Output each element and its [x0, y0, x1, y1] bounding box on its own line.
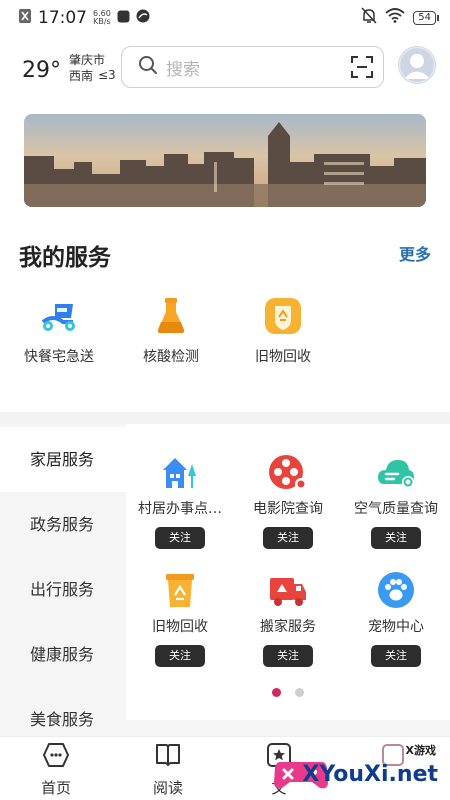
- round-notification-icon: [136, 8, 150, 28]
- watermark-logo: X游戏 XYouXi.net: [272, 740, 442, 798]
- my-service-label: 快餐宅急送: [24, 349, 94, 365]
- recycle-badge-icon: [263, 296, 303, 336]
- moving-truck-icon: [268, 570, 308, 610]
- follow-button[interactable]: 关注: [155, 527, 205, 549]
- app-notification-icon: [18, 8, 32, 29]
- net-speed-unit: KB/s: [93, 17, 111, 26]
- service-label: 旧物回收: [152, 619, 208, 635]
- square-notification-icon: [117, 8, 130, 28]
- follow-button[interactable]: 关注: [263, 527, 313, 549]
- home-icon: [42, 741, 70, 769]
- my-service-recycle[interactable]: 旧物回收: [238, 296, 328, 366]
- city-name[interactable]: 肇庆市: [69, 52, 105, 68]
- category-health-services[interactable]: 健康服务: [0, 622, 126, 687]
- delivery-scooter-icon: [39, 296, 79, 336]
- status-bar: 17:07 6.60 KB/s 54: [0, 0, 450, 36]
- search-bar[interactable]: 搜索: [121, 46, 384, 88]
- more-link[interactable]: 更多: [399, 241, 431, 265]
- service-label: 搬家服务: [260, 619, 316, 635]
- battery-indicator: 54: [413, 11, 439, 25]
- service-item[interactable]: 村居办事点… 关注: [126, 452, 234, 549]
- top-bar: 29° 肇庆市 西南 ≤3 搜索: [0, 44, 450, 90]
- pet-paw-icon: [376, 570, 416, 610]
- service-grid: 村居办事点… 关注 电影院查询 关注 空气质量查询 关注 旧物回收 关注 搬家服…: [126, 424, 450, 736]
- category-government-services[interactable]: 政务服务: [0, 492, 126, 557]
- city-banner-image[interactable]: [24, 114, 426, 207]
- air-quality-value: ≤3: [98, 68, 116, 82]
- follow-button[interactable]: 关注: [263, 645, 313, 667]
- my-service-delivery[interactable]: 快餐宅急送: [14, 296, 104, 366]
- search-icon: [138, 55, 158, 79]
- my-services-list: 快餐宅急送 核酸检测 旧物回收: [0, 296, 450, 366]
- nav-read[interactable]: 阅读: [123, 741, 213, 798]
- clock: 17:07: [38, 8, 87, 28]
- nav-home[interactable]: 首页: [11, 741, 101, 798]
- air-quality-icon: [376, 452, 416, 492]
- grid-bottom-divider: [126, 720, 450, 736]
- mute-bell-icon: [361, 7, 377, 29]
- follow-button[interactable]: 关注: [371, 527, 421, 549]
- wind-direction: 西南: [69, 69, 94, 83]
- net-speed: 6.60 KB/s: [93, 10, 111, 26]
- follow-button[interactable]: 关注: [371, 645, 421, 667]
- test-flask-icon: [151, 296, 191, 336]
- follow-button[interactable]: 关注: [155, 645, 205, 667]
- village-office-icon: [160, 452, 200, 492]
- recycle-bin-icon: [160, 570, 200, 610]
- page-dot[interactable]: [294, 688, 304, 697]
- my-services-title: 我的服务: [19, 245, 111, 271]
- service-item[interactable]: 电影院查询 关注: [234, 452, 342, 549]
- my-service-label: 核酸检测: [143, 349, 199, 365]
- book-icon: [154, 741, 182, 769]
- nav-label: 首页: [40, 779, 71, 797]
- category-home-services[interactable]: 家居服务: [0, 427, 126, 492]
- my-service-label: 旧物回收: [255, 349, 311, 365]
- service-label: 宠物中心: [368, 619, 424, 635]
- category-sidebar: 家居服务 政务服务 出行服务 健康服务 美食服务: [0, 424, 126, 736]
- category-travel-services[interactable]: 出行服务: [0, 557, 126, 622]
- page-dot-active[interactable]: [272, 688, 282, 697]
- service-label: 空气质量查询: [354, 501, 438, 517]
- section-divider: [0, 412, 450, 424]
- temperature[interactable]: 29°: [22, 58, 61, 83]
- service-item[interactable]: 宠物中心 关注: [342, 570, 450, 667]
- wifi-icon: [385, 8, 405, 28]
- service-label: 电影院查询: [253, 501, 323, 517]
- service-label: 村居办事点…: [138, 501, 222, 517]
- watermark-site-text: XYouXi.net: [302, 762, 438, 787]
- film-reel-icon: [268, 452, 308, 492]
- service-item[interactable]: 空气质量查询 关注: [342, 452, 450, 549]
- search-placeholder: 搜索: [166, 59, 200, 80]
- nav-label: 阅读: [152, 779, 183, 797]
- avatar[interactable]: [398, 46, 436, 84]
- service-item[interactable]: 旧物回收 关注: [126, 570, 234, 667]
- page-indicator: [126, 682, 450, 701]
- scan-icon[interactable]: [351, 56, 373, 82]
- my-service-test[interactable]: 核酸检测: [126, 296, 216, 366]
- watermark-small-text: X游戏: [405, 744, 436, 757]
- service-item[interactable]: 搬家服务 关注: [234, 570, 342, 667]
